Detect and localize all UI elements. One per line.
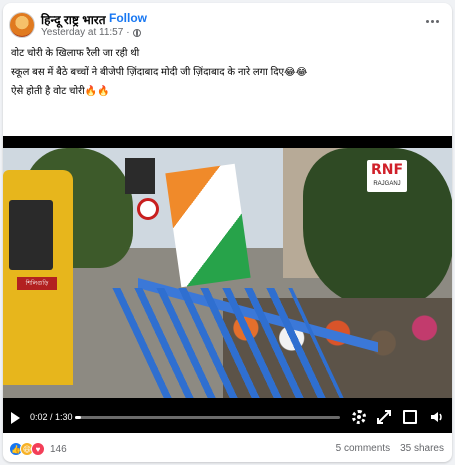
volume-icon[interactable] — [430, 410, 444, 424]
expand-icon[interactable] — [377, 410, 391, 424]
party-flag — [165, 163, 251, 288]
page-avatar[interactable] — [9, 12, 35, 38]
channel-logo-text: RNF — [370, 162, 404, 178]
video-time: 0:02 / 1:30 — [30, 412, 73, 422]
post-text-line-1: वोट चोरी के खिलाफ रैली जा रही थी — [11, 48, 140, 59]
post-text-line-2: स्कूल बस में बैठे बच्चों ने बीजेपी ज़िंद… — [11, 67, 308, 78]
video-frame[interactable]: শিলিগুড়ি RNF RAJGANJ — [3, 148, 452, 398]
school-bus: শিলিগুড়ি — [3, 170, 73, 385]
gear-icon[interactable] — [352, 410, 366, 424]
post-text: वोट चोरी के खिलाफ रैली जा रही थी स्कूल ब… — [11, 44, 444, 101]
traffic-sign — [137, 198, 159, 220]
post-meta: Yesterday at 11:57 · — [41, 27, 141, 38]
reaction-count: 146 — [50, 443, 67, 455]
fullscreen-icon[interactable] — [403, 410, 417, 424]
bus-window — [9, 200, 53, 270]
bus-sign-text: শিলিগুড়ি — [25, 280, 49, 287]
more-options-button[interactable] — [424, 13, 440, 29]
shares-link[interactable]: 35 shares — [400, 443, 444, 454]
love-icon: ♥ — [31, 442, 45, 456]
post-header: हिन्दू राष्ट्र भारत · Follow Yesterday a… — [3, 3, 452, 43]
follow-button[interactable]: Follow — [109, 11, 147, 25]
more-options-icon — [425, 19, 429, 23]
progress-fill — [75, 416, 81, 419]
comments-link[interactable]: 5 comments — [336, 443, 390, 454]
post-card: हिन्दू राष्ट्र भारत · Follow Yesterday a… — [3, 3, 452, 462]
separator-dot: · — [101, 11, 105, 25]
play-icon[interactable] — [11, 412, 20, 424]
globe-icon — [132, 28, 141, 37]
post-text-line-3: ऐसे होती है वोट चोरी🔥🔥 — [11, 86, 110, 97]
traffic-signal — [125, 158, 155, 194]
post-footer: 👍 😆 ♥ 146 5 comments 35 shares — [3, 440, 452, 462]
channel-logo: RNF RAJGANJ — [367, 160, 407, 192]
channel-logo-subtext: RAJGANJ — [373, 181, 401, 187]
progress-bar[interactable] — [75, 416, 340, 419]
timestamp-link[interactable]: Yesterday at 11:57 — [41, 27, 123, 38]
video-player[interactable]: শিলিগুড়ি RNF RAJGANJ 0:02 / 1:30 — [3, 136, 452, 433]
video-controls: 0:02 / 1:30 — [3, 403, 452, 433]
engagement-stats: 5 comments 35 shares — [336, 443, 444, 454]
page-name-link[interactable]: हिन्दू राष्ट्र भारत — [41, 11, 106, 28]
bus-sign: শিলিগুড়ি — [17, 277, 57, 290]
meta-separator: · — [126, 27, 130, 38]
reactions-summary[interactable]: 👍 😆 ♥ 146 — [9, 442, 67, 456]
